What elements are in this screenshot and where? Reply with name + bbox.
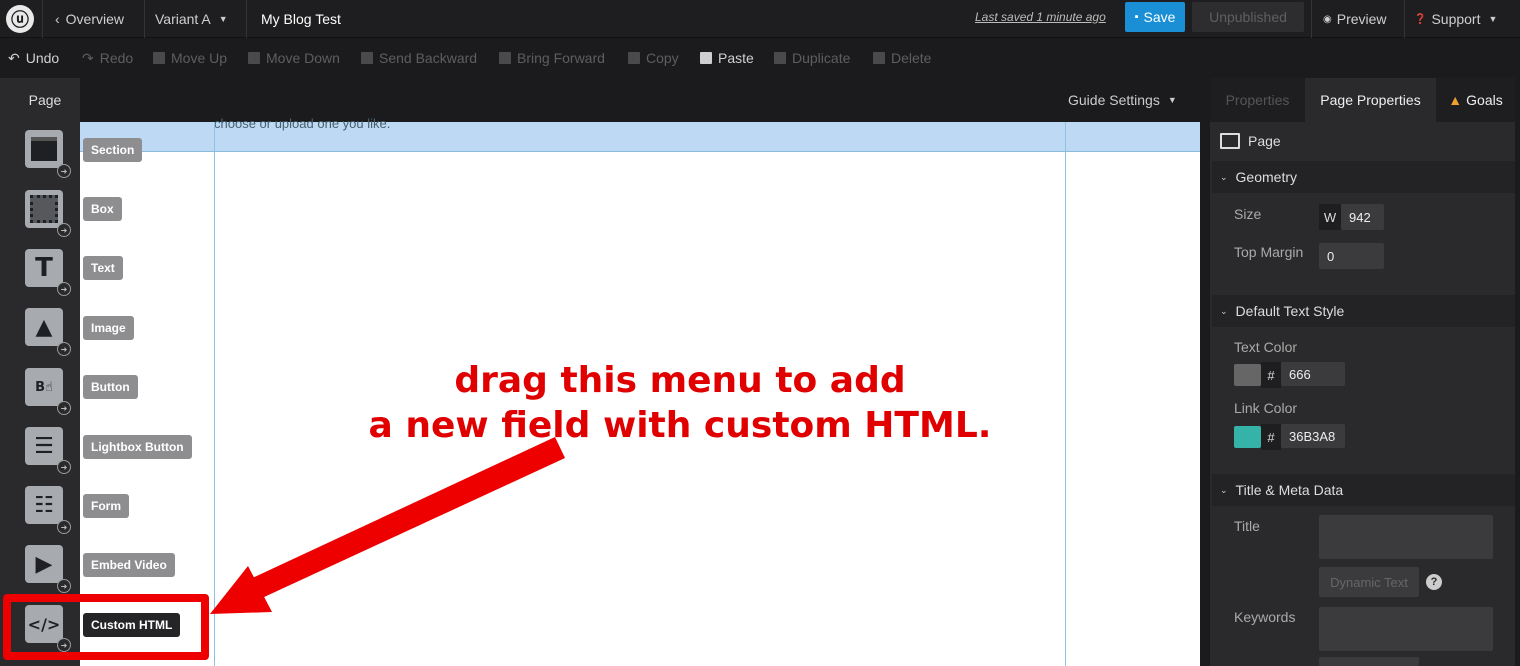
dynamic-text-button[interactable]: Dynamic Text: [1319, 567, 1419, 597]
text-color-label: Text Color: [1234, 339, 1298, 355]
hash-prefix: #: [1261, 362, 1281, 388]
goals-label: Goals: [1466, 92, 1503, 108]
keywords-textarea[interactable]: [1319, 607, 1493, 651]
meta-title: Title & Meta Data: [1235, 482, 1344, 498]
tab-goals[interactable]: ▲ Goals: [1436, 78, 1515, 122]
hash-prefix: #: [1261, 424, 1281, 450]
text-style-section-header[interactable]: ⌄ Default Text Style: [1212, 295, 1515, 327]
page-row: Page: [1220, 130, 1281, 152]
text-color-input[interactable]: 666: [1281, 362, 1345, 386]
link-color-input[interactable]: 36B3A8: [1281, 424, 1345, 448]
text-style-title: Default Text Style: [1235, 303, 1345, 319]
warning-icon: ▲: [1448, 92, 1463, 108]
chevron-down-icon: ⌄: [1220, 171, 1228, 182]
title-label: Title: [1234, 518, 1260, 534]
width-input[interactable]: 942: [1341, 204, 1384, 230]
monitor-icon: [1220, 133, 1240, 149]
geometry-title: Geometry: [1235, 169, 1298, 185]
meta-section-header[interactable]: ⌄ Title & Meta Data: [1212, 474, 1515, 506]
text-color-swatch[interactable]: [1234, 364, 1261, 386]
page-label: Page: [1248, 133, 1281, 149]
size-label: Size: [1234, 206, 1262, 222]
chevron-down-icon: ⌄: [1220, 484, 1228, 495]
annotation-text: drag this menu to add a new field with c…: [300, 358, 1060, 448]
geometry-section-header[interactable]: ⌄ Geometry: [1212, 161, 1515, 193]
width-prefix: W: [1319, 204, 1341, 230]
annotation-line-2: a new field with custom HTML.: [368, 405, 992, 446]
tab-page-properties[interactable]: Page Properties: [1305, 78, 1436, 122]
keywords-label: Keywords: [1234, 609, 1296, 625]
title-textarea[interactable]: [1319, 515, 1493, 559]
tab-properties[interactable]: Properties: [1210, 78, 1305, 122]
link-color-swatch[interactable]: [1234, 426, 1261, 448]
top-margin-label: Top Margin: [1234, 244, 1304, 260]
chevron-down-icon: ⌄: [1220, 305, 1228, 316]
annotation-line-1: drag this menu to add: [454, 360, 906, 401]
panel-splitter[interactable]: [1200, 78, 1210, 666]
help-icon[interactable]: ?: [1426, 574, 1442, 590]
link-color-label: Link Color: [1234, 400, 1298, 416]
dynamic-text-button-partial[interactable]: [1319, 657, 1419, 666]
top-margin-input[interactable]: 0: [1319, 243, 1384, 269]
